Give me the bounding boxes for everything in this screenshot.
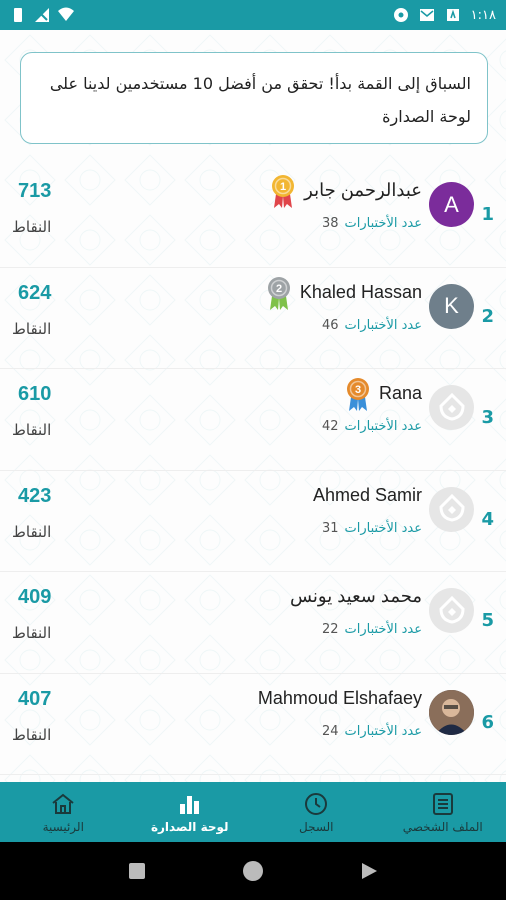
leaderboard-row[interactable]: 5 محمد سعيد يونس عدد الأختبارات 22 409 النقاط — [0, 572, 506, 674]
user-name: عبدالرحمن جابر — [304, 180, 422, 200]
tests-number: 31 — [321, 520, 339, 536]
tests-count: عدد الأختبارات 38 — [322, 216, 422, 231]
notification-icon — [446, 9, 459, 21]
points-value: 409 — [18, 586, 52, 608]
default-avatar-icon — [438, 392, 465, 421]
tests-count: عدد الأختبارات 24 — [322, 724, 422, 739]
leaderboard-row[interactable]: 3 Rana 3 عدد الأختبارات 42 610 النقاط — [0, 369, 506, 471]
tests-label: عدد الأختبارات — [344, 317, 423, 333]
tests-label: عدد الأختبارات — [344, 723, 423, 739]
bottom-navigation: الملف الشخصي السجل لوحة الصدارة الرئيسية — [0, 782, 506, 842]
points-label: النقاط — [12, 218, 52, 236]
avatar — [429, 486, 474, 532]
tests-count: عدد الأختبارات 31 — [322, 521, 422, 536]
points-value: 407 — [18, 687, 52, 710]
avatar-letter: A — [444, 191, 459, 217]
tests-label: عدد الأختبارات — [344, 520, 423, 536]
points-value: 610 — [18, 383, 52, 405]
leaderboard-screen: السباق إلى القمة بدأ! تحقق من أفضل 10 مس… — [0, 30, 506, 782]
tests-number: 22 — [321, 622, 339, 637]
medal-icon: 2 — [267, 276, 290, 310]
nav-item-label: السجل — [298, 819, 334, 834]
tests-count: عدد الأختبارات 42 — [322, 419, 422, 434]
medal-icon: 3 — [346, 378, 369, 411]
avatar: K — [429, 283, 474, 329]
tests-number: 42 — [321, 419, 339, 434]
tests-label: عدد الأختبارات — [344, 622, 423, 637]
home-circle-icon[interactable] — [242, 860, 264, 882]
rank-number: 2 — [481, 305, 494, 327]
points-label: النقاط — [12, 725, 52, 744]
nav-item-home[interactable]: الرئيسية — [0, 782, 127, 842]
avatar — [429, 588, 474, 633]
soccer-icon — [393, 8, 408, 22]
user-name: Khaled Hassan — [299, 281, 422, 302]
leaderboard-icon — [179, 795, 199, 814]
rank-number: 5 — [481, 610, 494, 631]
home-icon — [52, 793, 74, 814]
status-bar: ١:١٨ — [0, 0, 506, 30]
points-label: النقاط — [12, 319, 52, 338]
leaderboard-list: 1 A عبدالرحمن جابر 1 عدد الأختبارات 38 713 النق… — [0, 166, 506, 775]
history-icon — [305, 792, 328, 815]
tests-number: 38 — [321, 216, 339, 231]
tests-label: عدد الأختبارات — [344, 216, 423, 231]
leaderboard-row[interactable]: 4 Ahmed Samir عدد الأختبارات 31 423 النقاط — [0, 471, 506, 572]
default-avatar-icon — [438, 493, 465, 522]
user-name: محمد سعيد يونس — [289, 586, 422, 606]
recent-apps-icon[interactable] — [127, 861, 147, 881]
tests-count: عدد الأختبارات 22 — [322, 622, 422, 637]
points-label: النقاط — [12, 624, 52, 642]
tests-count: عدد الأختبارات 46 — [322, 318, 422, 333]
avatar — [429, 385, 474, 430]
system-navigation-bar — [0, 842, 506, 900]
battery-icon — [14, 8, 22, 22]
status-time: ١:١٨ — [470, 7, 496, 23]
tests-number: 46 — [321, 317, 339, 333]
wifi-icon — [58, 7, 74, 21]
leaderboard-row[interactable]: 2 K Khaled Hassan 2 عدد الأختبارات46 624 النقا… — [0, 268, 506, 369]
nav-item-label: الرئيسية — [42, 819, 84, 834]
nav-item-profile-list[interactable]: الملف الشخصي — [380, 782, 506, 842]
nav-item-history[interactable]: السجل — [253, 782, 380, 842]
avatar: A — [429, 182, 474, 227]
user-name: Mahmoud Elshafaey — [257, 687, 422, 708]
points-value: 624 — [18, 281, 52, 304]
leaderboard-banner: السباق إلى القمة بدأ! تحقق من أفضل 10 مس… — [20, 52, 488, 144]
medal-icon: 1 — [272, 175, 295, 208]
mail-icon — [419, 9, 434, 21]
back-icon[interactable] — [359, 861, 379, 881]
rank-number: 6 — [481, 711, 494, 733]
avatar-letter: K — [444, 293, 459, 318]
nav-item-label: لوحة الصدارة — [150, 819, 229, 834]
avatar — [429, 689, 474, 735]
svg-text:1: 1 — [280, 181, 286, 193]
profile-list-icon — [432, 792, 453, 815]
points-label: النقاط — [12, 421, 52, 439]
nav-item-label: الملف الشخصي — [402, 819, 483, 834]
user-photo-icon — [429, 689, 474, 735]
tests-label: عدد الأختبارات — [344, 419, 423, 434]
points-label: النقاط — [12, 522, 52, 541]
svg-text:3: 3 — [355, 384, 361, 396]
user-name: Rana — [378, 383, 422, 403]
tests-number: 24 — [321, 723, 339, 739]
svg-text:2: 2 — [276, 283, 282, 295]
leaderboard-row[interactable]: 6 Mahmoud Elshafaey عدد الأختبارات 24 407 الن… — [0, 674, 506, 775]
points-value: 423 — [18, 484, 52, 507]
points-value: 713 — [18, 180, 52, 202]
rank-number: 3 — [481, 407, 494, 428]
default-avatar-icon — [438, 595, 465, 624]
signal-icon — [35, 8, 49, 22]
leaderboard-row[interactable]: 1 A عبدالرحمن جابر 1 عدد الأختبارات 38 713 النق… — [0, 166, 506, 268]
rank-number: 1 — [481, 204, 494, 225]
rank-number: 4 — [481, 508, 494, 530]
user-name: Ahmed Samir — [312, 484, 422, 505]
nav-item-leaderboard[interactable]: لوحة الصدارة — [127, 782, 254, 842]
